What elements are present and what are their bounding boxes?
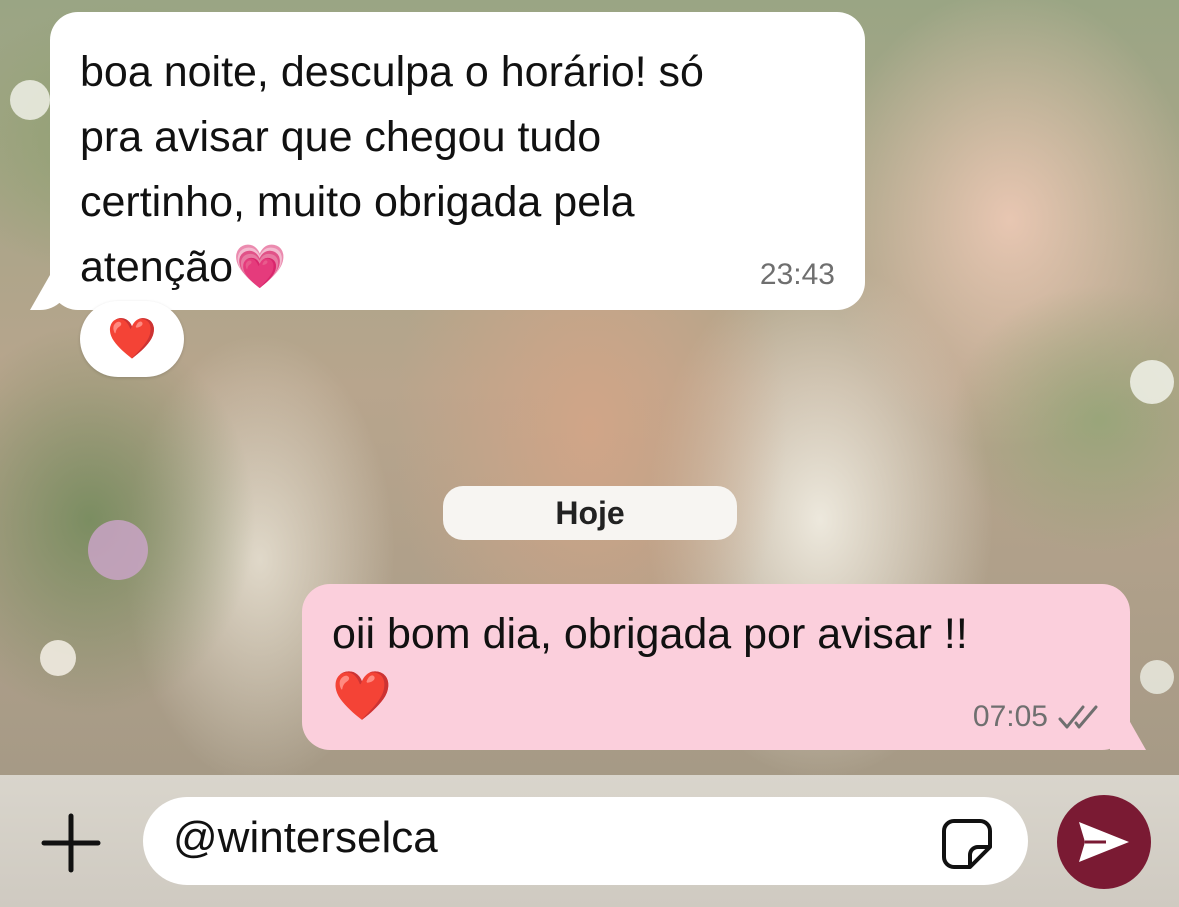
outgoing-message-bubble[interactable]: oii bom dia, obrigada por avisar !! ❤️ 0… bbox=[302, 584, 1130, 750]
outgoing-message-line-1: oii bom dia, obrigada por avisar !! bbox=[332, 610, 968, 658]
message-input-value: @winterselca bbox=[173, 813, 438, 862]
outgoing-message-heart: ❤️ bbox=[332, 670, 392, 723]
heart-reaction-icon: ❤️ bbox=[107, 317, 157, 361]
message-input[interactable]: @winterselca bbox=[143, 797, 1028, 885]
send-icon bbox=[1079, 822, 1129, 862]
incoming-message-line-2: pra avisar que chegou tudo bbox=[80, 113, 602, 161]
incoming-message-time: 23:43 bbox=[759, 258, 835, 291]
outgoing-message-meta: 07:05 bbox=[973, 700, 1102, 734]
message-reaction[interactable]: ❤️ bbox=[80, 301, 184, 377]
incoming-message-line-3: certinho, muito obrigada pela bbox=[80, 178, 635, 226]
incoming-message-bubble[interactable]: boa noite, desculpa o horário! só pra av… bbox=[50, 12, 865, 310]
plus-icon[interactable] bbox=[40, 812, 102, 874]
incoming-message-line-4: atenção💗 bbox=[80, 243, 287, 291]
incoming-message-line-1: boa noite, desculpa o horário! só bbox=[80, 48, 704, 96]
send-button[interactable] bbox=[1057, 795, 1151, 889]
date-separator: Hoje bbox=[443, 486, 737, 540]
outgoing-message-time: 07:05 bbox=[972, 700, 1048, 733]
double-check-icon bbox=[1058, 705, 1098, 729]
sticker-icon[interactable] bbox=[940, 817, 994, 871]
